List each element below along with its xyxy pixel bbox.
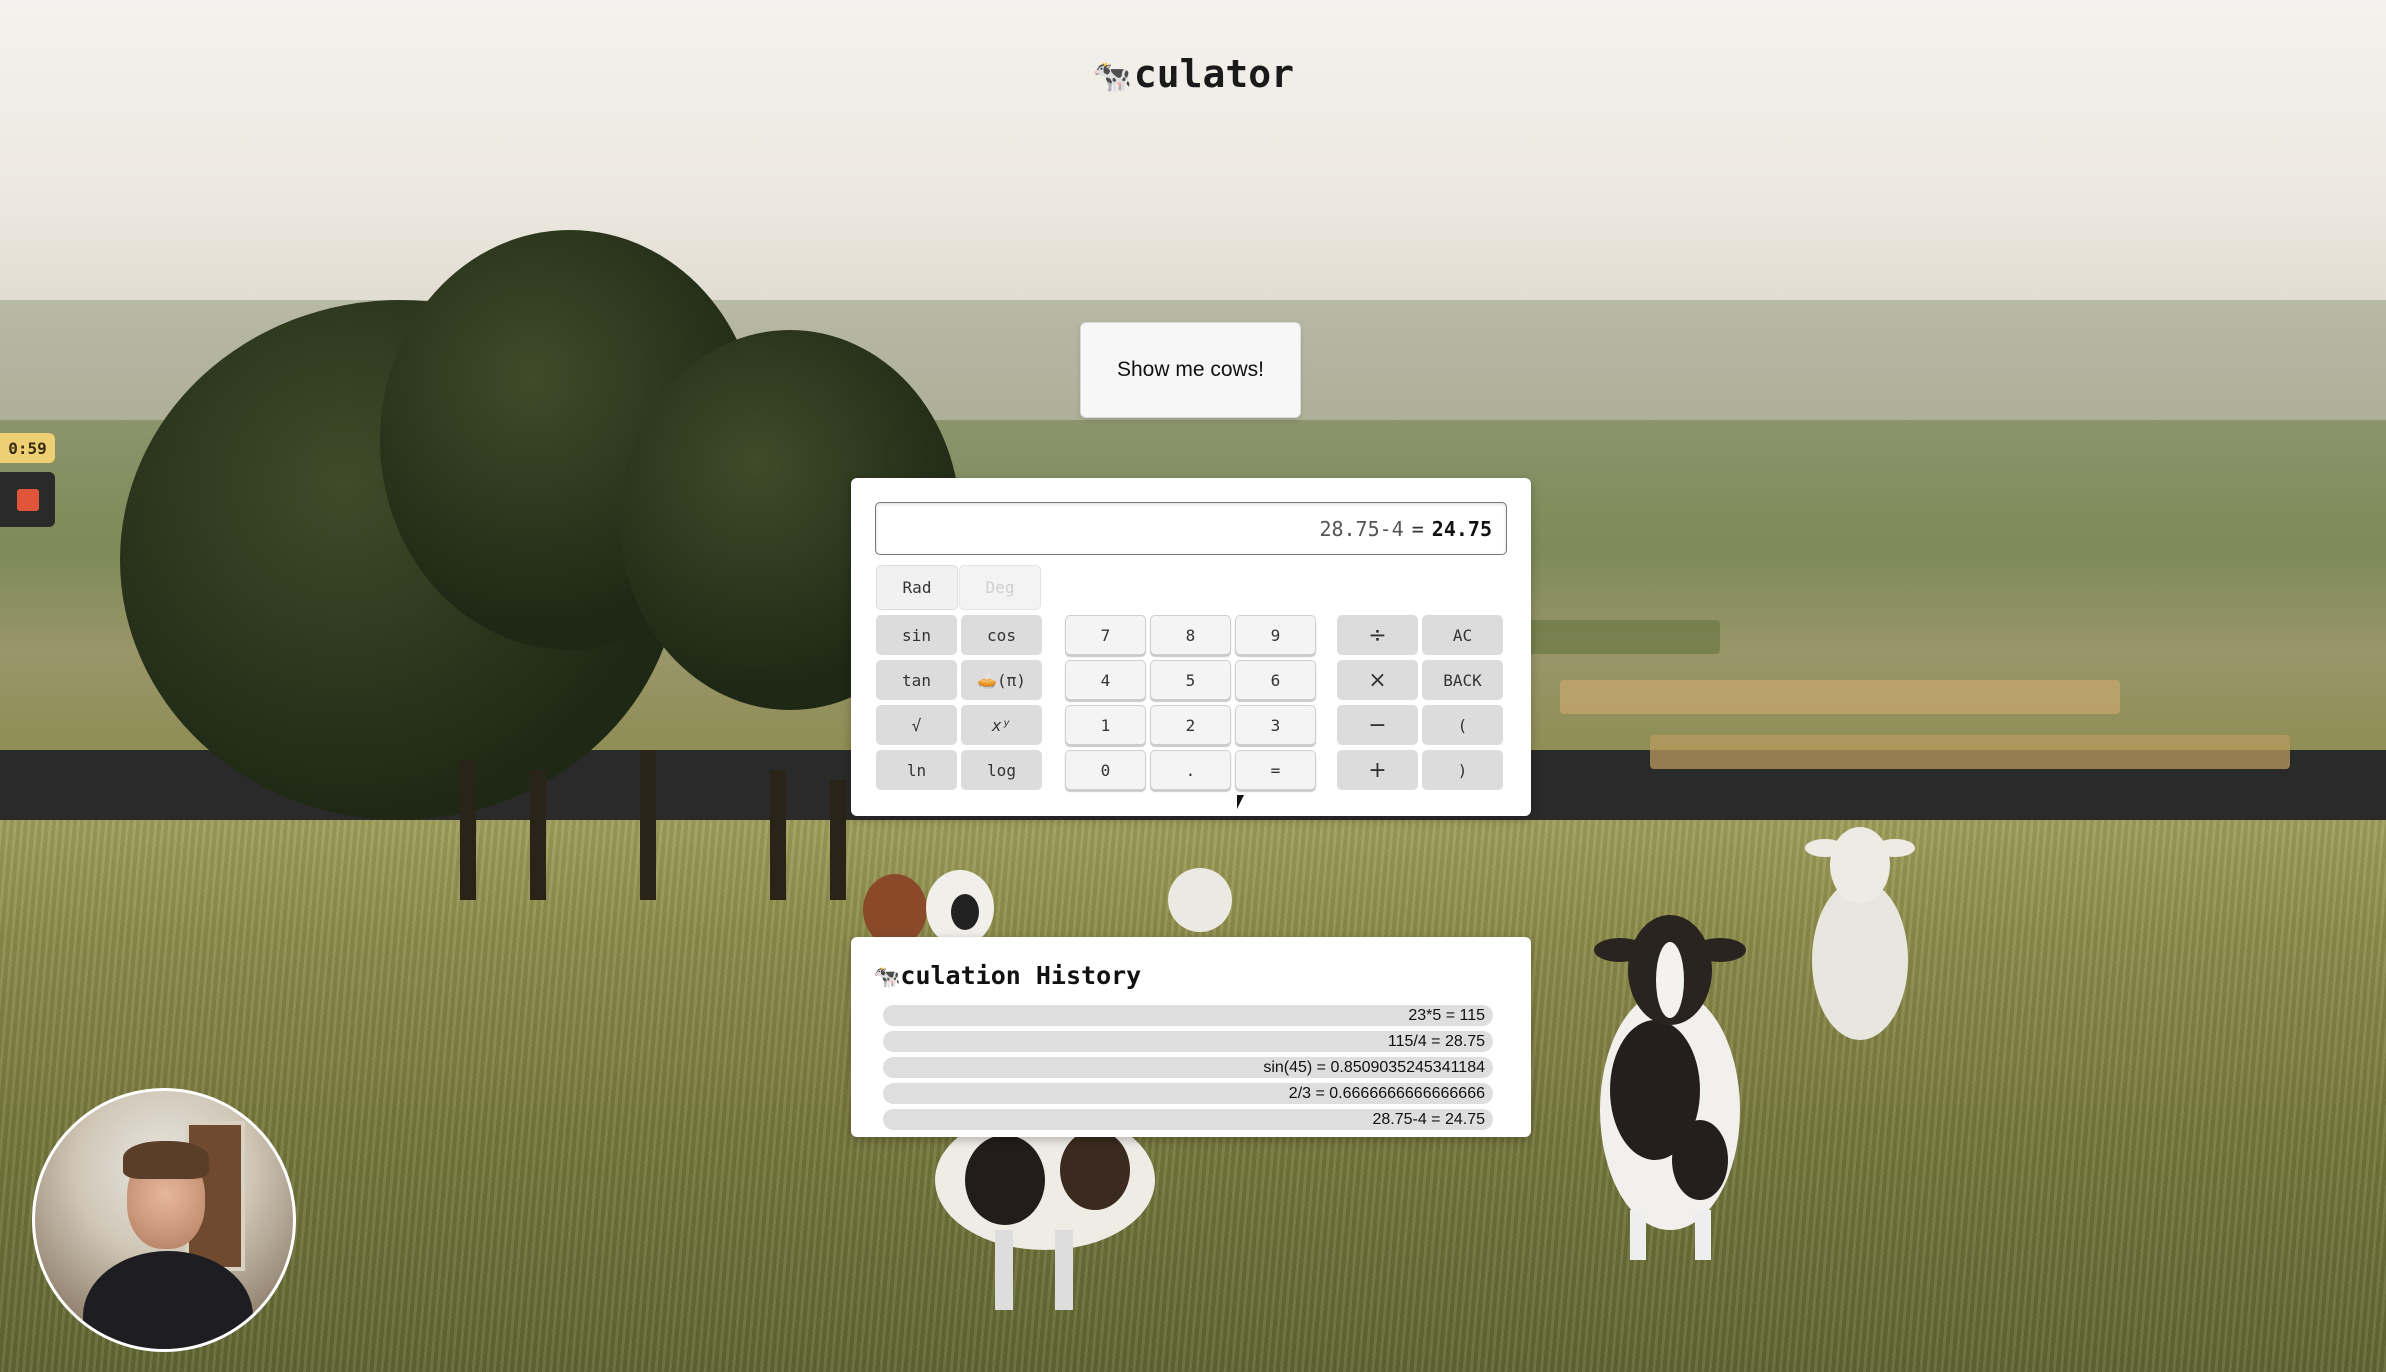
sin-button[interactable]: sin	[876, 615, 957, 655]
show-me-cows-button[interactable]: Show me cows!	[1080, 322, 1301, 418]
add-button[interactable]: +	[1337, 750, 1418, 790]
digit-4-button[interactable]: 4	[1065, 660, 1146, 700]
webcam-person-hair	[123, 1141, 209, 1179]
cow-foreground	[935, 1120, 1155, 1310]
pi-button[interactable]: 🥧(π)	[961, 660, 1042, 700]
history-list: 23*5 = 115 115/4 = 28.75 sin(45) = 0.850…	[883, 1005, 1493, 1135]
tree-trunk	[530, 770, 546, 900]
field-patch	[1650, 735, 2290, 769]
digit-7-button[interactable]: 7	[1065, 615, 1146, 655]
app-title: 🐄culator	[0, 52, 2386, 96]
digit-9-button[interactable]: 9	[1235, 615, 1316, 655]
cow-black-white	[1594, 915, 1746, 1260]
subtract-button[interactable]: −	[1337, 705, 1418, 745]
stop-recording-button[interactable]	[0, 472, 55, 527]
calculator-panel: 28.75-4 = 24.75 Rad Deg sin cos tan 🥧(π)…	[851, 478, 1531, 816]
field-patch	[1560, 680, 2120, 714]
display-equals: =	[1411, 516, 1424, 541]
digit-5-button[interactable]: 5	[1150, 660, 1231, 700]
calculator-display: 28.75-4 = 24.75	[875, 502, 1507, 555]
history-entry[interactable]: 28.75-4 = 24.75	[883, 1109, 1493, 1130]
cow-icon: 🐄	[1092, 57, 1132, 95]
digit-3-button[interactable]: 3	[1235, 705, 1316, 745]
stop-icon	[16, 488, 39, 511]
digit-0-button[interactable]: 0	[1065, 750, 1146, 790]
history-entry[interactable]: 23*5 = 115	[883, 1005, 1493, 1026]
digit-1-button[interactable]: 1	[1065, 705, 1146, 745]
history-title: 🐄culation History	[873, 961, 1141, 990]
tree-trunk	[830, 780, 846, 900]
close-paren-button[interactable]: )	[1422, 750, 1503, 790]
power-button[interactable]: xʸ	[961, 705, 1042, 745]
open-paren-button[interactable]: (	[1422, 705, 1503, 745]
all-clear-button[interactable]: AC	[1422, 615, 1503, 655]
history-title-text: culation History	[900, 961, 1142, 990]
ln-button[interactable]: ln	[876, 750, 957, 790]
tree-trunk	[640, 750, 656, 900]
recording-timer: 0:59	[0, 433, 55, 463]
backspace-button[interactable]: BACK	[1422, 660, 1503, 700]
history-entry[interactable]: 115/4 = 28.75	[883, 1031, 1493, 1052]
tree-trunk	[460, 760, 476, 900]
cow-white	[1805, 827, 1915, 1040]
history-panel: 🐄culation History 23*5 = 115 115/4 = 28.…	[851, 937, 1531, 1137]
tree-trunk	[770, 770, 786, 900]
multiply-button[interactable]: ×	[1337, 660, 1418, 700]
app-title-text: culator	[1133, 52, 1294, 96]
decimal-button[interactable]: .	[1150, 750, 1231, 790]
log-button[interactable]: log	[961, 750, 1042, 790]
sqrt-button[interactable]: √	[876, 705, 957, 745]
mode-deg-button[interactable]: Deg	[959, 565, 1041, 610]
equals-button[interactable]: =	[1235, 750, 1316, 790]
cos-button[interactable]: cos	[961, 615, 1042, 655]
webcam-overlay	[32, 1088, 296, 1352]
display-result: 24.75	[1431, 516, 1492, 541]
tan-button[interactable]: tan	[876, 660, 957, 700]
history-entry[interactable]: 2/3 = 0.6666666666666666	[883, 1083, 1493, 1104]
cow-white-small	[1168, 868, 1232, 932]
digit-2-button[interactable]: 2	[1150, 705, 1231, 745]
cow-icon: 🐄	[873, 965, 901, 990]
digit-8-button[interactable]: 8	[1150, 615, 1231, 655]
divide-button[interactable]: ÷	[1337, 615, 1418, 655]
mouse-cursor-icon	[1237, 795, 1251, 809]
display-expression: 28.75-4	[1319, 516, 1404, 541]
history-entry[interactable]: sin(45) = 0.8509035245341184	[883, 1057, 1493, 1078]
digit-6-button[interactable]: 6	[1235, 660, 1316, 700]
sky	[0, 0, 2386, 340]
mode-rad-button[interactable]: Rad	[876, 565, 958, 610]
